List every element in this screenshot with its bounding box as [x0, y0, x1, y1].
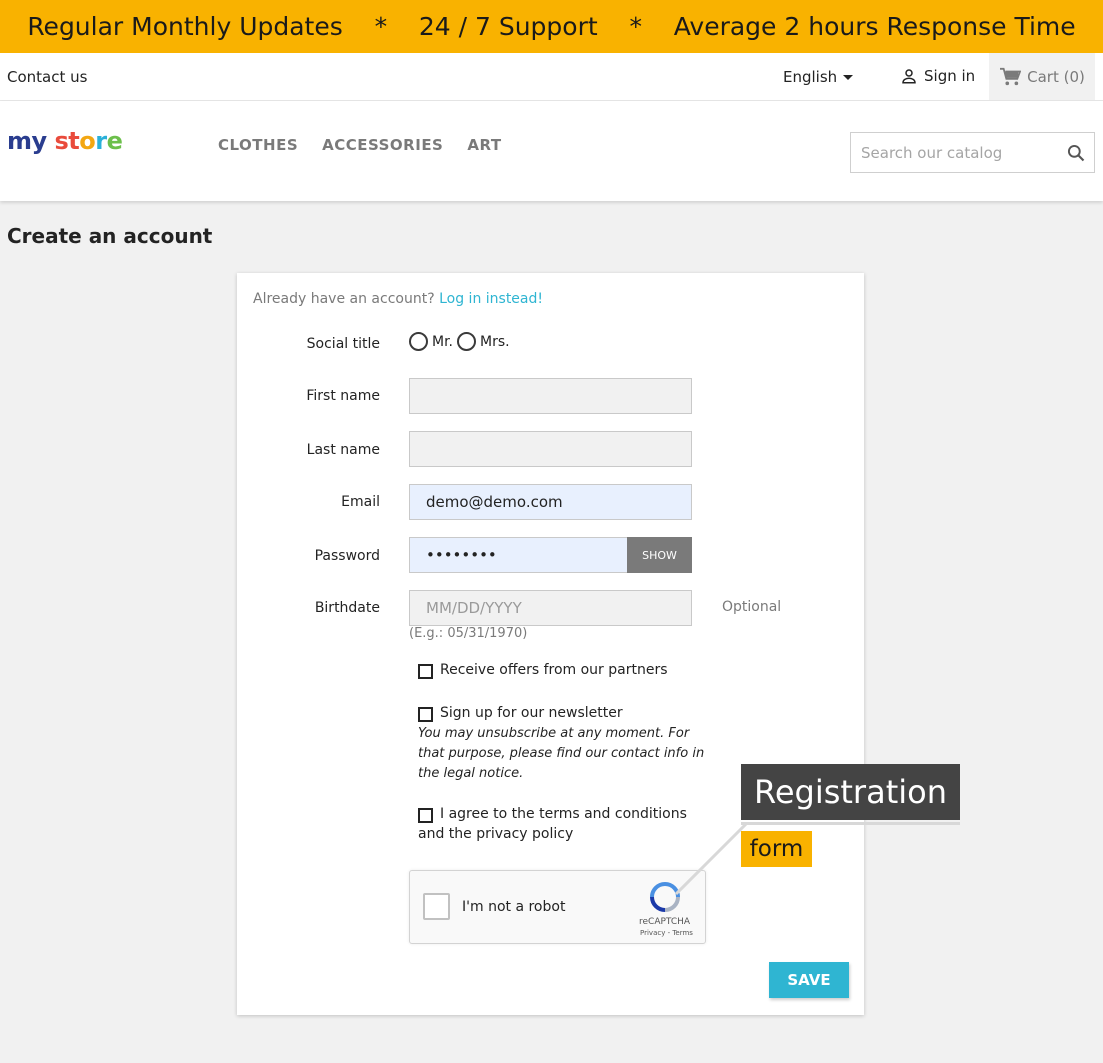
logo-text-part: my	[7, 127, 47, 155]
email-field[interactable]	[409, 484, 692, 520]
annotation-subtitle: form	[741, 831, 812, 867]
banner-separator	[598, 12, 630, 41]
terms-checkbox[interactable]: I agree to the terms and conditions	[418, 806, 687, 823]
banner-separator-star: *	[629, 12, 642, 41]
top-nav: Contact us English Sign in Cart (0)	[0, 53, 1103, 101]
social-title-radio-group: Mr. Mrs.	[409, 332, 514, 351]
radio-mrs-label: Mrs.	[480, 333, 510, 350]
checkbox-icon	[418, 664, 433, 679]
recaptcha-terms[interactable]: Privacy - Terms	[640, 929, 693, 937]
recaptcha-brand: reCAPTCHA	[639, 917, 691, 927]
sign-in-link[interactable]: Sign in	[900, 67, 975, 85]
email-label: Email	[341, 494, 380, 510]
password-group: SHOW	[409, 537, 692, 573]
terms-label-continued: and the privacy policy	[418, 826, 574, 842]
save-button[interactable]: SAVE	[769, 962, 849, 998]
logo-text-part: e	[106, 127, 123, 155]
menu-item-art[interactable]: ART	[467, 136, 501, 154]
menu-item-clothes[interactable]: CLOTHES	[218, 136, 298, 154]
main-menu: CLOTHES ACCESSORIES ART	[218, 136, 502, 154]
sign-in-label: Sign in	[924, 67, 976, 85]
login-prompt: Already have an account? Log in instead!	[253, 291, 543, 307]
chevron-down-icon	[843, 74, 854, 80]
radio-circle-icon	[457, 332, 476, 351]
birthdate-optional-tag: Optional	[722, 599, 782, 615]
page-title: Create an account	[7, 224, 213, 248]
banner-item-support: 24 / 7 Support	[418, 12, 598, 41]
first-name-label: First name	[306, 388, 380, 404]
language-label: English	[783, 68, 838, 86]
search-icon[interactable]	[1066, 143, 1086, 163]
announcement-banner: Regular Monthly Updates * 24 / 7 Support…	[0, 0, 1103, 53]
radio-circle-icon	[409, 332, 428, 351]
logo-text-part: o	[79, 127, 96, 155]
logo-text-part: r	[95, 127, 107, 155]
contact-us-link[interactable]: Contact us	[7, 68, 87, 86]
annotation-title: Registration	[741, 764, 960, 820]
birthdate-field[interactable]	[409, 590, 692, 626]
login-instead-link[interactable]: Log in instead!	[439, 291, 543, 307]
banner-separator	[642, 12, 674, 41]
radio-mrs[interactable]: Mrs.	[457, 332, 510, 351]
user-icon	[902, 69, 916, 84]
search-box	[850, 132, 1095, 173]
site-header: my store CLOTHES ACCESSORIES ART	[0, 101, 1103, 201]
checkbox-icon	[418, 808, 433, 823]
newsletter-label: Sign up for our newsletter	[440, 705, 623, 721]
first-name-field[interactable]	[409, 378, 692, 414]
birthdate-label: Birthdate	[314, 600, 380, 616]
cart-label: Cart (0)	[1027, 67, 1085, 86]
banner-separator	[387, 12, 419, 41]
offers-label: Receive offers from our partners	[440, 662, 668, 678]
search-input[interactable]	[851, 133, 1061, 172]
radio-mr[interactable]: Mr.	[409, 332, 453, 351]
checkbox-icon	[418, 707, 433, 722]
shopping-cart-icon	[1000, 67, 1022, 85]
recaptcha-checkbox[interactable]	[423, 893, 450, 920]
cart-button[interactable]: Cart (0)	[989, 53, 1095, 100]
password-label: Password	[314, 548, 380, 564]
logo-text-part: st	[54, 127, 80, 155]
banner-separator	[343, 12, 375, 41]
offers-checkbox[interactable]: Receive offers from our partners	[418, 662, 668, 679]
recaptcha-widget: I'm not a robot reCAPTCHA Privacy - Term…	[409, 870, 706, 944]
newsletter-checkbox[interactable]: Sign up for our newsletter	[418, 705, 623, 722]
terms-label: I agree to the terms and conditions	[440, 806, 687, 822]
annotation-underline	[741, 822, 960, 825]
last-name-label: Last name	[306, 442, 380, 458]
banner-separator-star: *	[374, 12, 388, 41]
last-name-field[interactable]	[409, 431, 692, 467]
social-title-label: Social title	[306, 336, 380, 352]
annotation-pointer-line	[674, 822, 748, 896]
registration-form: Already have an account? Log in instead!…	[237, 273, 864, 1015]
radio-mr-label: Mr.	[432, 333, 453, 350]
menu-item-accessories[interactable]: ACCESSORIES	[322, 136, 443, 154]
banner-item-updates: Regular Monthly Updates	[27, 12, 343, 41]
password-field[interactable]	[409, 537, 628, 573]
show-password-button[interactable]: SHOW	[627, 537, 692, 573]
newsletter-note: You may unsubscribe at any moment. For t…	[418, 726, 705, 781]
store-logo[interactable]: my store	[7, 127, 123, 155]
already-account-text: Already have an account?	[253, 291, 435, 307]
birthdate-hint: (E.g.: 05/31/1970)	[409, 626, 528, 641]
recaptcha-label: I'm not a robot	[462, 899, 566, 915]
banner-item-response: Average 2 hours Response Time	[673, 12, 1076, 41]
language-selector[interactable]: English	[783, 68, 854, 86]
